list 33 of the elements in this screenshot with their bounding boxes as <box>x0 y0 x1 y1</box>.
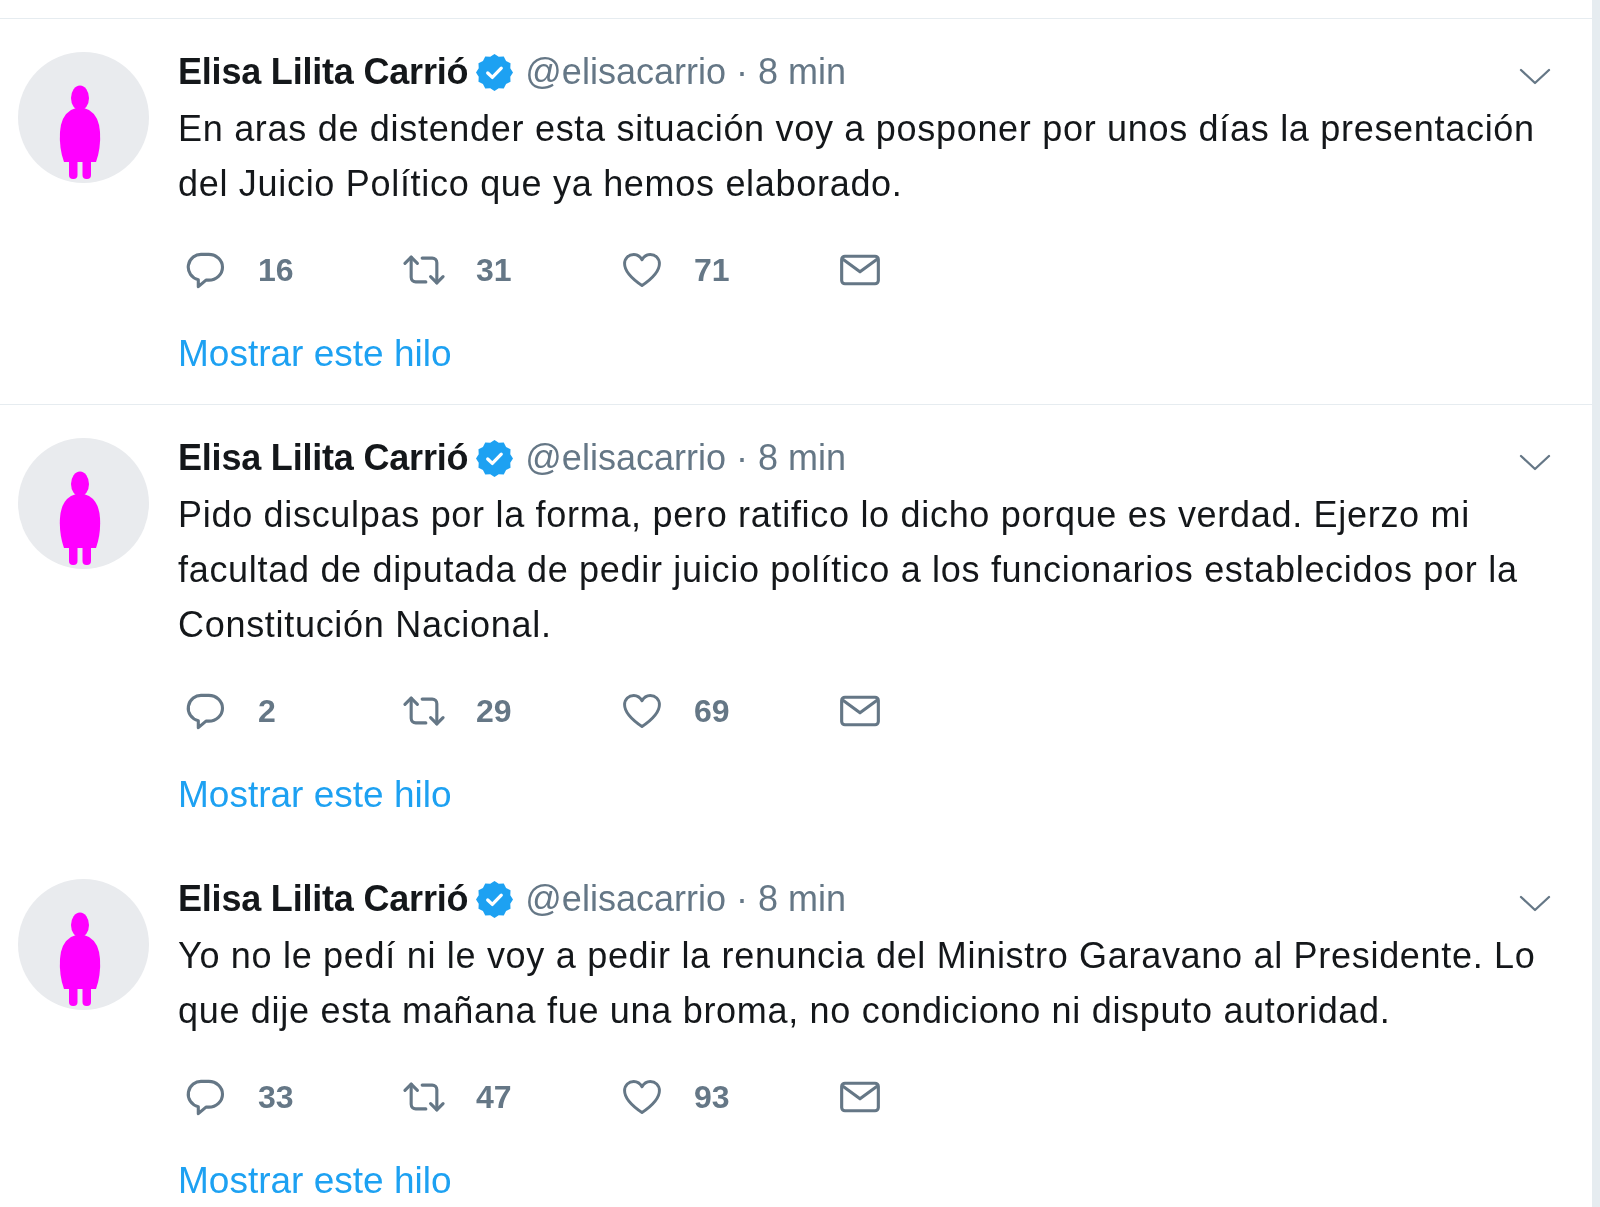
tweet-text: Yo no le pedí ni le voy a pedir la renuncia del Ministro Garavano al Presidente. Lo que dije esta mañana fue una broma, no condiciono ni disputo autoridad. <box>178 934 1537 1033</box>
action-count: 2 <box>258 692 276 731</box>
action-count: 69 <box>694 692 730 731</box>
timestamp-link[interactable]: 8 min <box>757 50 846 94</box>
avatar-silhouette-icon[interactable] <box>18 438 149 569</box>
user-handle[interactable]: @elisacarrio <box>525 50 726 94</box>
chevron-down-icon[interactable] <box>1518 67 1552 87</box>
avatar-silhouette-icon[interactable] <box>18 879 149 1010</box>
action-count: 71 <box>694 251 730 290</box>
action-count: 29 <box>476 692 512 731</box>
user-handle[interactable]: @elisacarrio <box>525 436 726 480</box>
show-thread-link[interactable]: Mostrar este hilo <box>178 1159 452 1203</box>
action-count: 93 <box>694 1078 730 1117</box>
separator-dot: · <box>735 877 748 921</box>
tweet-text: En aras de distender esta situación voy a posponer por unos días la presentación del Juicio Político que ya hemos elaborado. <box>178 107 1536 206</box>
timestamp-link[interactable]: 8 min <box>757 877 846 921</box>
action-count: 31 <box>476 251 512 290</box>
author-name[interactable]: Elisa Lilita Carrió <box>178 877 469 921</box>
timestamp-link[interactable]: 8 min <box>757 436 846 480</box>
chevron-down-icon[interactable] <box>1518 453 1552 473</box>
tweet-text: Pido disculpas por la forma, pero ratifico lo dicho porque es verdad. Ejerzo mi facultad de diputada de pedir juicio político a los funcionarios establecidos por la Constitución Nacional. <box>178 493 1519 647</box>
show-thread-link[interactable]: Mostrar este hilo <box>178 773 452 817</box>
action-count: 33 <box>258 1078 294 1117</box>
action-count: 47 <box>476 1078 512 1117</box>
action-count: 16 <box>258 251 294 290</box>
separator-dot: · <box>735 50 748 94</box>
avatar-silhouette-icon[interactable] <box>18 52 149 183</box>
chevron-down-icon[interactable] <box>1518 894 1552 914</box>
separator-dot: · <box>735 436 748 480</box>
user-handle[interactable]: @elisacarrio <box>525 877 726 921</box>
author-name[interactable]: Elisa Lilita Carrió <box>178 436 469 480</box>
show-thread-link[interactable]: Mostrar este hilo <box>178 332 452 376</box>
author-name[interactable]: Elisa Lilita Carrió <box>178 50 469 94</box>
